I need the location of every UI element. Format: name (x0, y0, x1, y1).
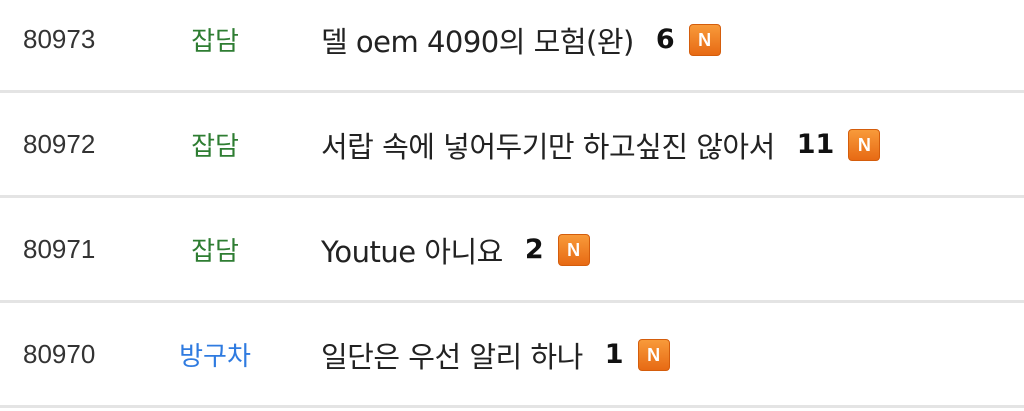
post-number: 80973 (23, 24, 96, 54)
post-title-link[interactable]: 일단은 우선 알리 하나 (321, 334, 583, 376)
post-category[interactable]: 방구차 (172, 304, 258, 405)
new-badge-icon: N (557, 233, 590, 266)
post-title-link[interactable]: Youtue 아니요 (321, 229, 503, 271)
comment-count[interactable]: 6 (656, 24, 675, 55)
post-title-cell: Youtue 아니요 2 N (321, 199, 590, 300)
comment-count[interactable]: 1 (605, 339, 624, 370)
new-badge-label: N (698, 29, 712, 50)
post-number: 80972 (23, 129, 96, 159)
post-title-cell: 일단은 우선 알리 하나 1 N (321, 304, 670, 405)
new-badge-icon: N (848, 128, 881, 161)
post-category[interactable]: 잡담 (172, 199, 258, 300)
new-badge-label: N (647, 344, 661, 365)
post-row: 80971 잡담 Youtue 아니요 2 N (0, 199, 1024, 303)
post-title-link[interactable]: 서랍 속에 넣어두기만 하고싶진 않아서 (321, 124, 775, 166)
post-category[interactable]: 잡담 (172, 0, 258, 90)
post-number: 80971 (23, 234, 96, 264)
comment-count[interactable]: 2 (525, 234, 544, 265)
post-title-cell: 델 oem 4090의 모험(완) 6 N (321, 0, 721, 90)
post-number: 80970 (23, 339, 96, 369)
new-badge-label: N (567, 239, 581, 260)
post-category[interactable]: 잡담 (172, 94, 258, 195)
post-title-link[interactable]: 델 oem 4090의 모험(완) (321, 19, 634, 61)
post-row: 80970 방구차 일단은 우선 알리 하나 1 N (0, 304, 1024, 408)
post-list: 80973 잡담 델 oem 4090의 모험(완) 6 N 80972 잡담 … (0, 0, 1024, 411)
post-row: 80972 잡담 서랍 속에 넣어두기만 하고싶진 않아서 11 N (0, 94, 1024, 198)
new-badge-label: N (857, 134, 871, 155)
new-badge-icon: N (688, 23, 721, 56)
new-badge-icon: N (637, 338, 670, 371)
post-title-cell: 서랍 속에 넣어두기만 하고싶진 않아서 11 N (321, 94, 881, 195)
post-row: 80973 잡담 델 oem 4090의 모험(완) 6 N (0, 0, 1024, 93)
comment-count[interactable]: 11 (797, 129, 835, 160)
